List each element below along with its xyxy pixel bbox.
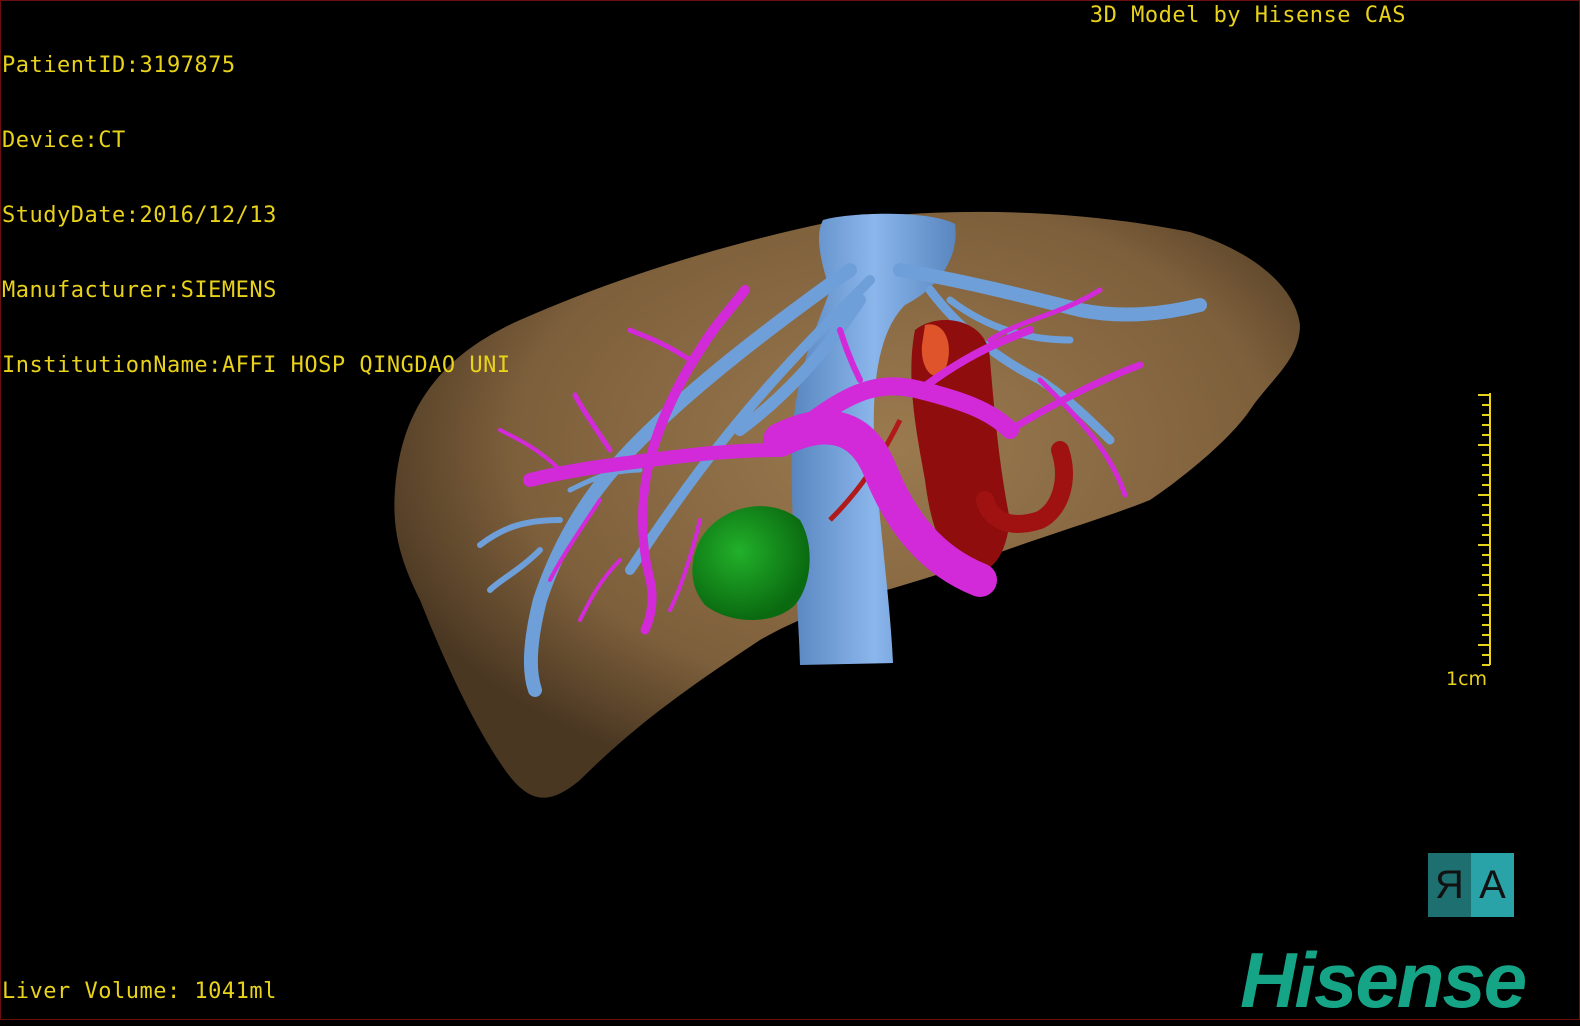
scale-bar [1478, 393, 1491, 666]
institution-name: InstitutionName:AFFI HOSP QINGDAO UNI [2, 353, 511, 378]
liver-volume: Liver Volume: 1041ml [2, 979, 277, 1004]
dicom-info-overlay: PatientID:3197875 Device:CT StudyDate:20… [2, 3, 511, 403]
orientation-anterior-face[interactable]: A [1471, 853, 1514, 917]
orientation-cube[interactable]: R A [1428, 853, 1514, 917]
manufacturer: Manufacturer:SIEMENS [2, 278, 277, 303]
study-date: StudyDate:2016/12/13 [2, 203, 277, 228]
scale-label: 1cm [1446, 668, 1488, 690]
patient-id: PatientID:3197875 [2, 53, 236, 78]
device: Device:CT [2, 128, 126, 153]
model-title: 3D Model by Hisense CAS [1089, 3, 1406, 28]
hisense-logo: Hisense [1240, 936, 1527, 1024]
orientation-right-face[interactable]: R [1428, 853, 1471, 917]
